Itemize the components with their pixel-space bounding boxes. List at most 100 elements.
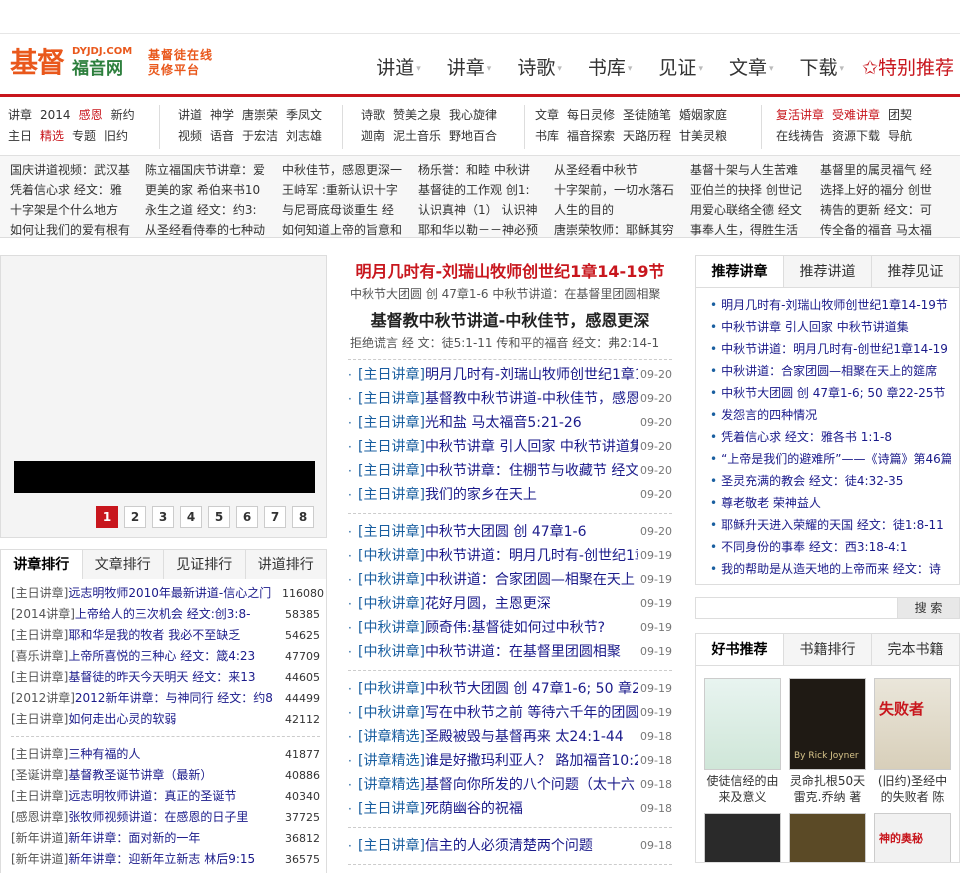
tab-recommend-notes[interactable]: 推荐讲章 (696, 256, 784, 287)
list-item[interactable]: · [主日讲章] 中秋节讲章：住棚节与收藏节 经文 09-20 (348, 459, 672, 483)
subnav-link[interactable]: 视频 (178, 129, 202, 143)
slider-page-button[interactable]: 8 (292, 506, 314, 528)
book-cover[interactable] (704, 813, 781, 862)
hot-link[interactable]: 用爱心联络全德 经文 (690, 200, 820, 220)
nav-download[interactable]: 下载 ▾ (800, 56, 845, 81)
hot-link[interactable]: 杨乐誉：和睦 中秋讲 (418, 160, 548, 180)
subnav-link[interactable]: 语音 (210, 129, 234, 143)
tab-testimony-rank[interactable]: 见证排行 (164, 550, 246, 579)
tab-preaching-rank[interactable]: 讲道排行 (246, 550, 327, 579)
list-item[interactable]: · [主日讲章] 光和盐 马太福音5:21-26 09-20 (348, 411, 672, 435)
recommend-item[interactable]: • 尊老敬老 荣神益人 (710, 492, 951, 514)
rank-title[interactable]: 张牧师视频讲道：在感恩的日子里 (68, 807, 282, 828)
list-item-title[interactable]: 圣殿被毁与基督再来 太24:1-44 (425, 725, 638, 749)
list-item-title[interactable]: 中秋节讲道：明月几时有-创世纪1章 (425, 544, 638, 568)
rank-row[interactable]: [喜乐讲章] 上帝所喜悦的三种心 经文：箴4:23 47709 (11, 646, 320, 667)
hot-link[interactable]: 国庆讲道视频：武汉基 (10, 160, 140, 180)
hot-link[interactable]: 十字架前，一切水落石 (554, 180, 684, 200)
list-item-category[interactable]: [中秋讲章] (358, 677, 425, 701)
slider-page-button[interactable]: 6 (236, 506, 258, 528)
list-item[interactable]: · [主日讲章] 我们的家乡在天上 09-20 (348, 483, 672, 507)
list-item-title[interactable]: 基督向你所发的八个问题（太十六 (425, 773, 638, 797)
subnav-link[interactable]: 迦南 (361, 129, 385, 143)
hot-link[interactable]: 耶和华以勒－－神必预 (418, 220, 548, 240)
hot-link[interactable]: 认识真神（1） 认识神 (418, 200, 548, 220)
list-item[interactable]: · [主日讲章] 信主的人必须清楚两个问题 09-18 (348, 834, 672, 858)
slider-page-button[interactable]: 5 (208, 506, 230, 528)
image-slider[interactable]: 12345678 (0, 255, 327, 538)
recommend-title[interactable]: 中秋讲道：合家团圆—相聚在天上的筵席 (721, 364, 937, 378)
subnav-link[interactable]: 圣徒随笔 (623, 108, 671, 122)
list-item[interactable]: · [中秋讲章] 顾奇伟:基督徒如何过中秋节? 09-19 (348, 616, 672, 640)
slider-page-button[interactable]: 7 (264, 506, 286, 528)
list-item-title[interactable]: 中秋讲道：合家团圆—相聚在天上 (425, 568, 638, 592)
rank-row[interactable]: [新年讲道] 新年讲章：迎新年立新志 林后9:15 36575 (11, 849, 320, 870)
rank-title[interactable]: 新年讲章：面对新的一年 (68, 828, 282, 849)
recommend-title[interactable]: 不同身份的事奉 经文：西3:18-4:1 (721, 540, 907, 554)
subnav-link[interactable]: 每日灵修 (567, 108, 615, 122)
hot-link[interactable]: 永生之道 经文：约3: (145, 200, 275, 220)
subnav-link[interactable]: 天路历程 (623, 129, 671, 143)
list-item-title[interactable]: 中秋节讲道：在基督里团圆相聚 (425, 640, 638, 664)
recommend-item[interactable]: • “上帝是我们的避难所”——《诗篇》第46篇 (710, 448, 951, 470)
hot-link[interactable]: 基督里的属灵福气 经 (820, 160, 950, 180)
subnav-link[interactable]: 复活讲章 (776, 108, 824, 122)
slider-page-button[interactable]: 3 (152, 506, 174, 528)
recommend-title[interactable]: 耶稣升天进入荣耀的天国 经文：徒1:8-11 (721, 518, 944, 532)
list-item[interactable]: · [中秋讲章]中秋节大团圆 创 47章1-6; 50 章22-25节09-19 (348, 677, 672, 701)
book-card[interactable]: By Rick Joyner 灵命扎根50天 雷克.乔纳 著 (789, 678, 866, 805)
subnav-link[interactable]: 团契 (888, 108, 912, 122)
hot-link[interactable]: 传全备的福音 马太福 (820, 220, 950, 240)
subnav-link[interactable]: 文章 (535, 108, 559, 122)
subnav-link[interactable]: 泥土音乐 (393, 129, 441, 143)
rank-row[interactable]: [感恩讲章] 张牧师视频讲道：在感恩的日子里 37725 (11, 807, 320, 828)
list-item[interactable]: · [中秋讲章] 中秋节讲道：明月几时有-创世纪1章 09-19 (348, 544, 672, 568)
subnav-link[interactable]: 甘美灵粮 (679, 129, 727, 143)
list-item-category[interactable]: [主日讲章] (358, 363, 425, 387)
book-title[interactable]: 灵命扎根50天 雷克.乔纳 著 (789, 773, 866, 805)
nav-featured[interactable]: ✩特别推荐 (862, 56, 954, 81)
rank-row[interactable]: [主日讲章] 基督徒的昨天今天明天 经文：来13 44605 (11, 667, 320, 688)
search-input[interactable] (695, 597, 898, 619)
search-button[interactable]: 搜 索 (898, 597, 960, 619)
nav-library[interactable]: 书库 ▾ (588, 56, 633, 81)
tab-book-rank[interactable]: 书籍排行 (784, 634, 872, 665)
list-item-title[interactable]: 写在中秋节之前 等待六千年的团圆 (425, 701, 638, 725)
list-item-category[interactable]: [中秋讲章] (358, 592, 425, 616)
recommend-title[interactable]: “上帝是我们的避难所”——《诗篇》第46篇 (721, 452, 951, 466)
list-item-category[interactable]: [讲章精选] (358, 725, 425, 749)
list-item-title[interactable]: 中秋节讲章 引人回家 中秋节讲道集 (425, 435, 638, 459)
list-item-category[interactable]: [中秋讲章] (358, 616, 425, 640)
hot-link[interactable]: 选择上好的福分 创世 (820, 180, 950, 200)
subnav-link[interactable]: 2014 (40, 108, 71, 122)
list-item-category[interactable]: [主日讲章] (358, 435, 425, 459)
list-item[interactable]: · [讲章精选] 基督向你所发的八个问题（太十六 09-18 (348, 773, 672, 797)
nav-sermon-notes[interactable]: 讲章 ▾ (447, 56, 492, 81)
rank-row[interactable]: [主日讲章] 耶和华是我的牧者 我必不至缺乏 54625 (11, 625, 320, 646)
recommend-title[interactable]: 中秋节大团圆 创 47章1-6; 50 章22-25节 (721, 386, 945, 400)
list-item-title[interactable]: 中秋节讲章：住棚节与收藏节 经文 (425, 459, 638, 483)
rank-title[interactable]: 基督教圣诞节讲章（最新） (68, 765, 282, 786)
headline-secondary[interactable]: 基督教中秋节讲道-中秋佳节，感恩更深 (348, 311, 672, 331)
list-item-category[interactable]: [主日讲章] (358, 483, 425, 507)
slider-page-button[interactable]: 2 (124, 506, 146, 528)
list-item-category[interactable]: [中秋讲章] (358, 568, 425, 592)
tab-sermon-rank[interactable]: 讲章排行 (1, 550, 83, 579)
recommend-item[interactable]: • 耶稣升天进入荣耀的天国 经文：徒1:8-11 (710, 514, 951, 536)
tab-recommend-sermons[interactable]: 推荐讲道 (784, 256, 872, 287)
subnav-link[interactable]: 在线祷告 (776, 129, 824, 143)
headline-secondary-sub[interactable]: 拒绝谎言 经 文：徒5:1-11 传和平的福音 经文：弗2:14-1 (348, 331, 672, 353)
subnav-link[interactable]: 主日 (8, 129, 32, 143)
hot-link[interactable]: 祷告的更新 经文：可 (820, 200, 950, 220)
list-item-title[interactable]: 顾奇伟:基督徒如何过中秋节? (425, 616, 638, 640)
list-item-title[interactable]: 我们的家乡在天上 (425, 483, 638, 507)
tab-recommend-testimony[interactable]: 推荐见证 (872, 256, 959, 287)
slider-page-button[interactable]: 1 (96, 506, 118, 528)
nav-articles[interactable]: 文章 ▾ (729, 56, 774, 81)
recommend-title[interactable]: 中秋节讲章 引人回家 中秋节讲道集 (721, 320, 909, 334)
list-item-category[interactable]: [主日讲章] (358, 834, 425, 858)
list-item-title[interactable]: 中秋节大团圆 创 47章1-6; 50 章22-25节 (425, 677, 638, 701)
list-item[interactable]: · [主日讲章] 中秋节讲章 引人回家 中秋节讲道集 09-20 (348, 435, 672, 459)
book-title[interactable]: 使徒信经的由来及意义 (704, 773, 781, 805)
rank-row[interactable]: [新年讲道] 新年讲章：面对新的一年 36812 (11, 828, 320, 849)
